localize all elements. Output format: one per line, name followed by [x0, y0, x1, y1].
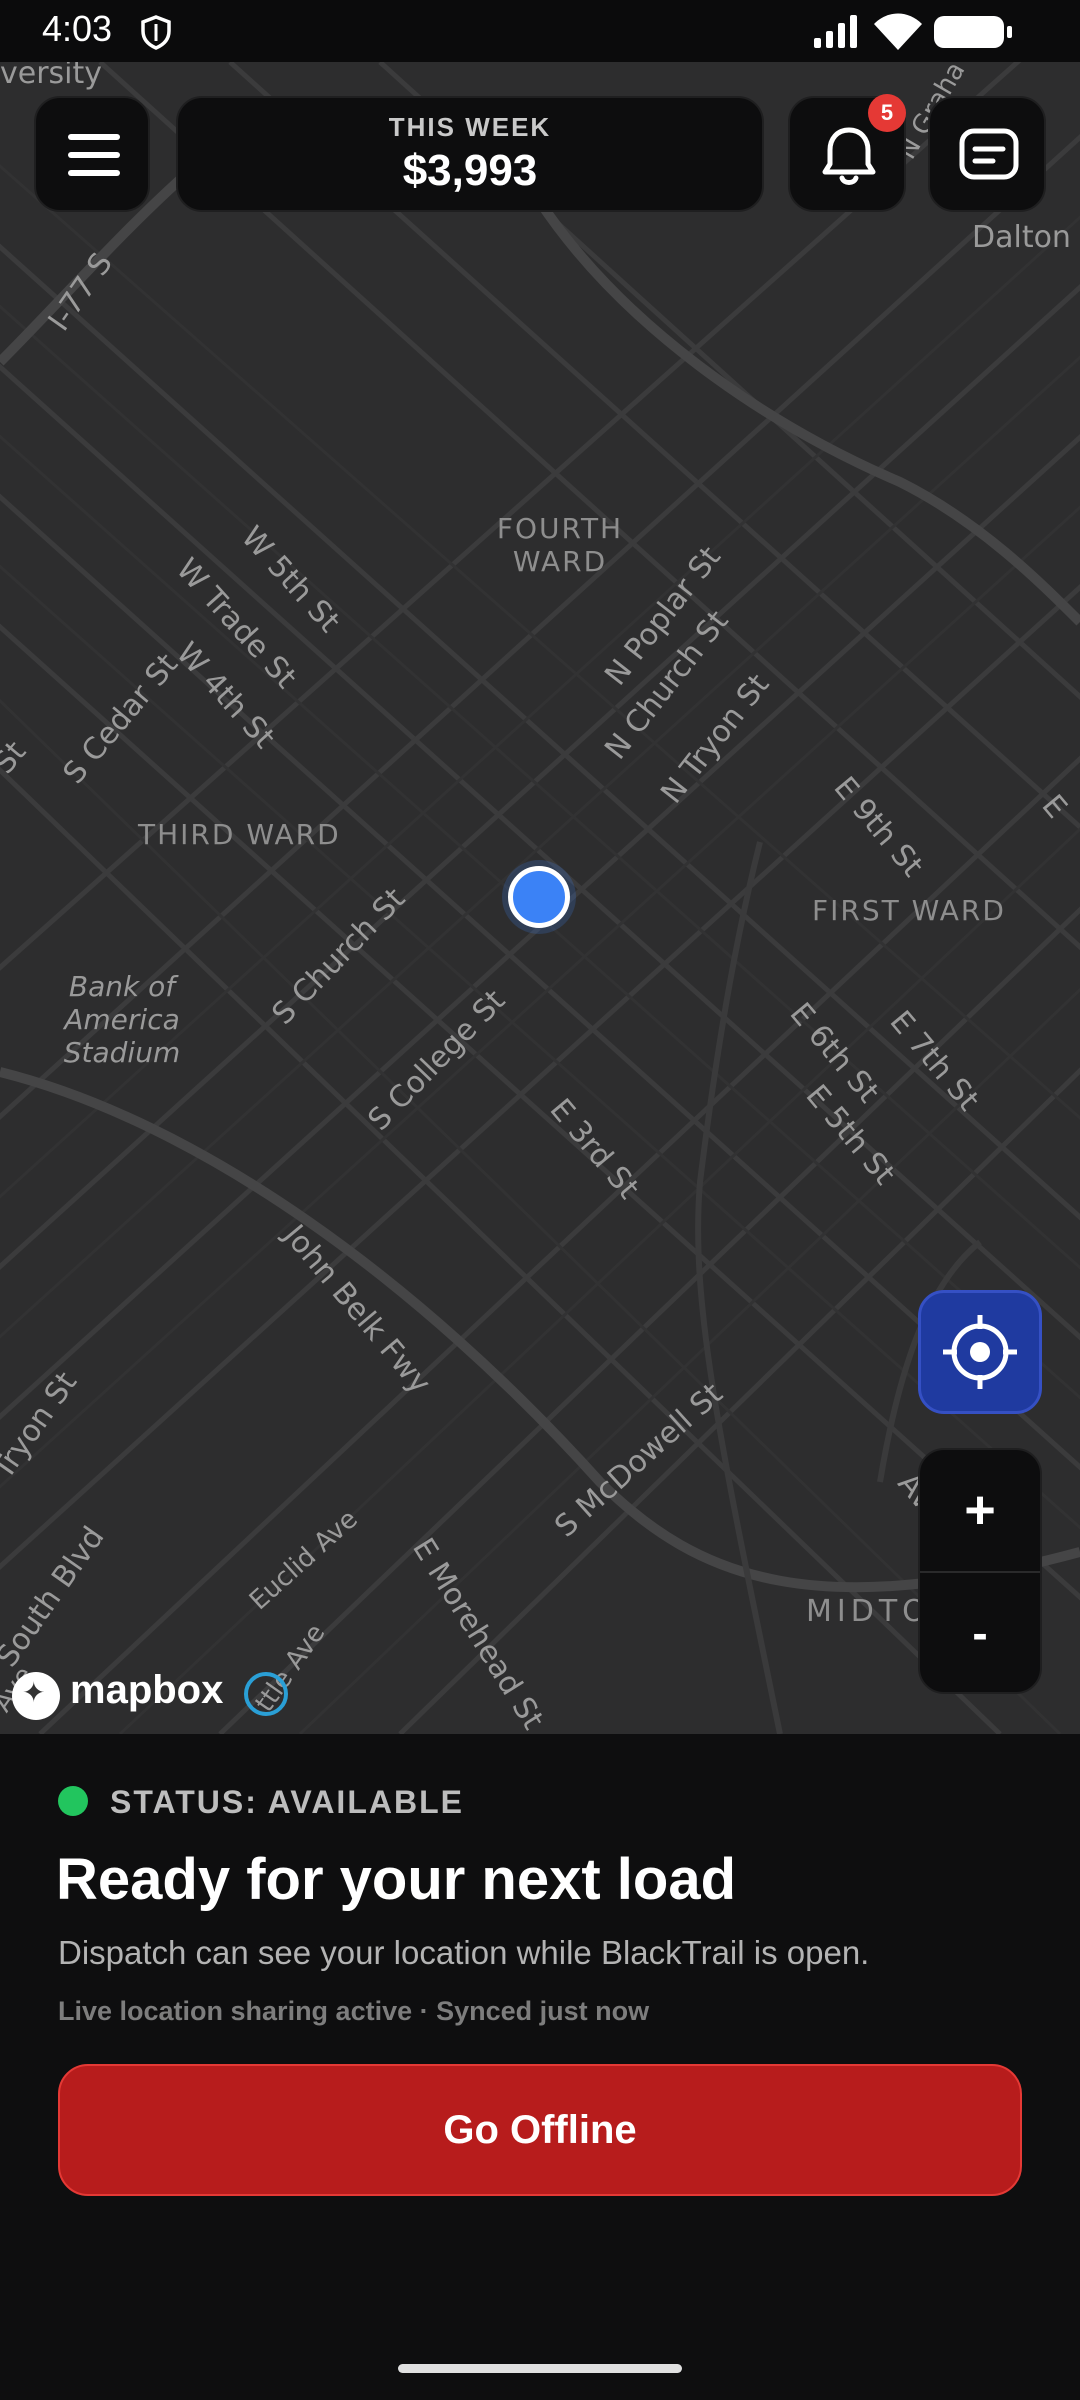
home-indicator[interactable]	[398, 2364, 682, 2373]
menu-icon	[68, 134, 120, 140]
battery-icon	[934, 16, 1012, 48]
district-label: FIRST WARD	[812, 894, 1006, 927]
chat-icon	[959, 128, 1019, 180]
shield-icon	[141, 15, 171, 50]
notification-badge: 5	[868, 94, 906, 132]
current-location-marker	[508, 866, 570, 928]
weekly-earnings-card[interactable]: THIS WEEK $3,993	[176, 96, 764, 212]
messages-button[interactable]	[928, 96, 1046, 212]
district-label: FOURTH WARD	[496, 512, 624, 578]
status-dot-icon	[58, 1786, 88, 1816]
recenter-location-button[interactable]	[918, 1290, 1042, 1414]
zoom-controls: + -	[918, 1448, 1042, 1694]
go-offline-button[interactable]: Go Offline	[58, 2064, 1022, 2196]
status-bar: 4:03	[0, 0, 1080, 62]
status-panel: STATUS: AVAILABLE Ready for your next lo…	[0, 1734, 1080, 2400]
street-label: versity	[0, 62, 103, 91]
week-amount: $3,993	[402, 146, 538, 195]
week-label: THIS WEEK	[388, 112, 552, 142]
zoom-in-button[interactable]: +	[920, 1450, 1040, 1573]
attribution-info-icon[interactable]	[244, 1672, 288, 1716]
crosshair-icon	[943, 1315, 1017, 1389]
district-label: THIRD WARD	[138, 818, 341, 851]
sync-status-text: Live location sharing active · Synced ju…	[58, 1996, 650, 2026]
status-time: 4:03	[42, 8, 113, 49]
stadium-label: Bank of America Stadium	[63, 970, 181, 1069]
zoom-out-button[interactable]: -	[920, 1573, 1040, 1694]
street-label: Dalton A	[972, 220, 1080, 255]
signal-icon	[814, 15, 857, 48]
menu-button[interactable]	[34, 96, 150, 212]
menu-icon-bar	[68, 170, 120, 176]
wifi-icon	[874, 13, 922, 50]
menu-icon-bar	[68, 152, 120, 158]
panel-subtext: Dispatch can see your location while Bla…	[58, 1934, 870, 1971]
status-text: STATUS: AVAILABLE	[110, 1784, 464, 1820]
panel-headline: Ready for your next load	[56, 1847, 737, 1912]
